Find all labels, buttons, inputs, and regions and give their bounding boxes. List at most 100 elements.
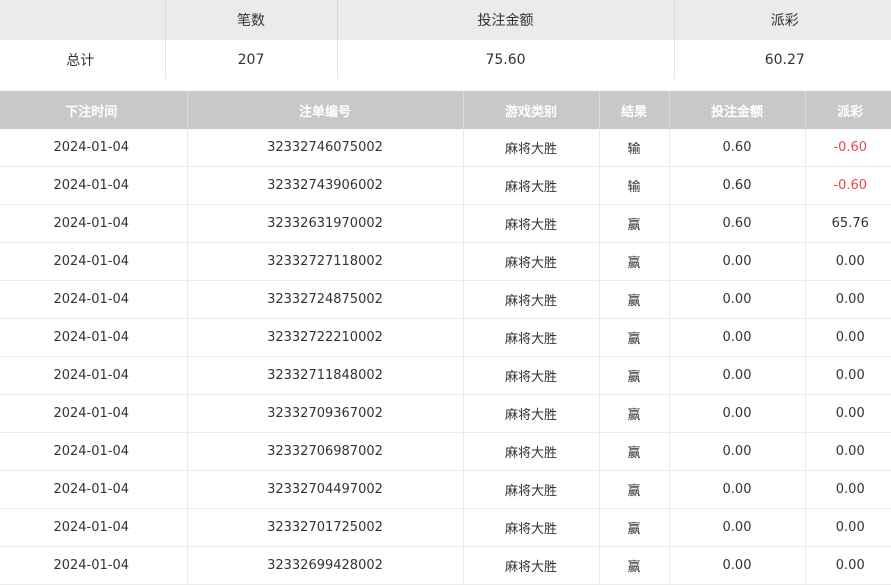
result-cell: 输: [598, 166, 669, 205]
bet-time-cell: 2024-01-04: [0, 508, 187, 547]
order-id-cell: 32332727118002: [186, 242, 463, 281]
result-cell: 输: [598, 129, 669, 167]
bet-amount-cell: 0.00: [668, 242, 805, 281]
order-id-cell: 32332709367002: [186, 394, 463, 433]
column-header-time[interactable]: 下注时间: [0, 91, 187, 129]
result-cell: 赢: [598, 546, 669, 585]
result-cell: 赢: [598, 470, 669, 509]
bet-amount-cell: 0.00: [668, 432, 805, 471]
payout-cell: 65.76: [804, 204, 891, 243]
bet-amount-cell: 0.60: [668, 129, 805, 167]
summary-total-count: 207: [164, 40, 337, 80]
summary-total-payout: 60.27: [673, 40, 891, 80]
game-type-cell: 麻将大胜: [462, 166, 599, 205]
payout-cell: 0.00: [804, 432, 891, 471]
order-id-cell: 32332746075002: [186, 129, 463, 167]
bet-detail-table: 下注时间 注单编号 游戏类别 结果 投注金额 派彩 2024-01-04 3233…: [0, 91, 891, 585]
bet-amount-cell: 0.00: [668, 394, 805, 433]
summary-header-row: 笔数 投注金额 派彩: [0, 0, 891, 40]
game-type-cell: 麻将大胜: [462, 546, 599, 585]
payout-cell: 0.00: [804, 280, 891, 319]
game-type-cell: 麻将大胜: [462, 318, 599, 357]
payout-cell: -0.60: [804, 129, 891, 167]
payout-cell: 0.00: [804, 508, 891, 547]
summary-header-payout: 派彩: [673, 0, 891, 40]
table-row[interactable]: 2024-01-04 32332711848002 麻将大胜赢 0.00 0.00: [0, 356, 891, 395]
table-row[interactable]: 2024-01-04 32332727118002 麻将大胜赢 0.00 0.00: [0, 242, 891, 281]
column-header-payout[interactable]: 派彩: [804, 91, 891, 129]
table-row[interactable]: 2024-01-04 32332631970002 麻将大胜赢 0.60 65.76: [0, 204, 891, 243]
summary-total-row: 总计 207 75.60 60.27: [0, 40, 891, 80]
bet-time-cell: 2024-01-04: [0, 280, 187, 319]
game-type-cell: 麻将大胜: [462, 356, 599, 395]
order-id-cell: 32332699428002: [186, 546, 463, 585]
result-cell: 赢: [598, 204, 669, 243]
order-id-cell: 32332722210002: [186, 318, 463, 357]
table-row[interactable]: 2024-01-04 32332722210002 麻将大胜赢 0.00 0.00: [0, 318, 891, 357]
game-type-cell: 麻将大胜: [462, 432, 599, 471]
summary-total-bet-amount: 75.60: [336, 40, 674, 80]
table-row[interactable]: 2024-01-04 32332709367002 麻将大胜赢 0.00 0.00: [0, 394, 891, 433]
order-id-cell: 32332704497002: [186, 470, 463, 509]
bet-time-cell: 2024-01-04: [0, 318, 187, 357]
game-type-cell: 麻将大胜: [462, 204, 599, 243]
column-header-bet-amount[interactable]: 投注金额: [668, 91, 805, 129]
result-cell: 赢: [598, 280, 669, 319]
result-cell: 赢: [598, 356, 669, 395]
payout-cell: 0.00: [804, 242, 891, 281]
bet-time-cell: 2024-01-04: [0, 546, 187, 585]
order-id-cell: 32332711848002: [186, 356, 463, 395]
bet-amount-cell: 0.00: [668, 356, 805, 395]
table-row[interactable]: 2024-01-04 32332699428002 麻将大胜赢 0.00 0.00: [0, 546, 891, 585]
bet-time-cell: 2024-01-04: [0, 204, 187, 243]
bet-time-cell: 2024-01-04: [0, 394, 187, 433]
game-type-cell: 麻将大胜: [462, 242, 599, 281]
game-type-cell: 麻将大胜: [462, 394, 599, 433]
payout-cell: 0.00: [804, 546, 891, 585]
summary-table: 笔数 投注金额 派彩 总计 207 75.60 60.27: [0, 0, 891, 80]
bet-amount-cell: 0.00: [668, 318, 805, 357]
game-type-cell: 麻将大胜: [462, 280, 599, 319]
table-row[interactable]: 2024-01-04 32332724875002 麻将大胜赢 0.00 0.00: [0, 280, 891, 319]
bet-time-cell: 2024-01-04: [0, 356, 187, 395]
detail-header-row: 下注时间 注单编号 游戏类别 结果 投注金额 派彩: [0, 91, 891, 129]
table-row[interactable]: 2024-01-04 32332746075002 麻将大胜输 0.60 -0.60: [0, 129, 891, 167]
bet-time-cell: 2024-01-04: [0, 432, 187, 471]
bet-time-cell: 2024-01-04: [0, 129, 187, 167]
summary-header-bet-amount: 投注金额: [336, 0, 674, 40]
game-type-cell: 麻将大胜: [462, 508, 599, 547]
column-header-result[interactable]: 结果: [598, 91, 669, 129]
payout-cell: -0.60: [804, 166, 891, 205]
summary-header-count: 笔数: [164, 0, 337, 40]
bet-amount-cell: 0.00: [668, 508, 805, 547]
payout-cell: 0.00: [804, 470, 891, 509]
column-header-game-type[interactable]: 游戏类别: [462, 91, 599, 129]
order-id-cell: 32332724875002: [186, 280, 463, 319]
order-id-cell: 32332743906002: [186, 166, 463, 205]
bet-time-cell: 2024-01-04: [0, 242, 187, 281]
column-header-order-id[interactable]: 注单编号: [186, 91, 463, 129]
summary-total-label: 总计: [0, 40, 165, 80]
bet-amount-cell: 0.00: [668, 546, 805, 585]
result-cell: 赢: [598, 432, 669, 471]
bet-amount-cell: 0.60: [668, 166, 805, 205]
table-row[interactable]: 2024-01-04 32332706987002 麻将大胜赢 0.00 0.00: [0, 432, 891, 471]
result-cell: 赢: [598, 394, 669, 433]
order-id-cell: 32332706987002: [186, 432, 463, 471]
order-id-cell: 32332701725002: [186, 508, 463, 547]
table-row[interactable]: 2024-01-04 32332743906002 麻将大胜输 0.60 -0.60: [0, 166, 891, 205]
table-row[interactable]: 2024-01-04 32332701725002 麻将大胜赢 0.00 0.00: [0, 508, 891, 547]
payout-cell: 0.00: [804, 394, 891, 433]
detail-body: 2024-01-04 32332746075002 麻将大胜输 0.60 -0.60 20…: [0, 129, 891, 585]
result-cell: 赢: [598, 242, 669, 281]
bet-amount-cell: 0.00: [668, 280, 805, 319]
game-type-cell: 麻将大胜: [462, 129, 599, 167]
order-id-cell: 32332631970002: [186, 204, 463, 243]
bet-time-cell: 2024-01-04: [0, 166, 187, 205]
bet-time-cell: 2024-01-04: [0, 470, 187, 509]
section-gap: [0, 79, 891, 91]
bet-amount-cell: 0.00: [668, 470, 805, 509]
payout-cell: 0.00: [804, 318, 891, 357]
payout-cell: 0.00: [804, 356, 891, 395]
table-row[interactable]: 2024-01-04 32332704497002 麻将大胜赢 0.00 0.00: [0, 470, 891, 509]
